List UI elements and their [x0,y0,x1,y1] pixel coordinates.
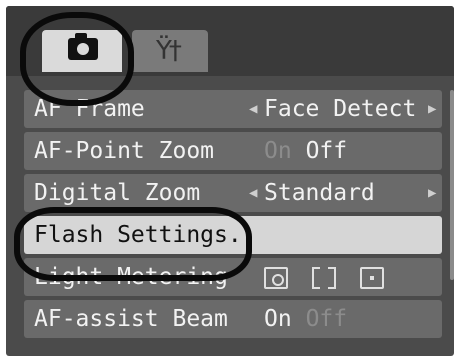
menu-row-value: Face Detect [264,96,417,122]
menu-row-flash-settings[interactable]: Flash Settings.. [24,216,442,254]
center-weighted-metering-icon [311,266,336,289]
menu-scrollbar[interactable] [450,90,454,280]
menu-row-af-assist-beam[interactable]: AF-assist Beam On Off [24,300,442,338]
menu-row-digital-zoom[interactable]: Digital Zoom ◀ Standard ▶ [24,174,442,212]
menu-row-value: On Off [264,132,347,170]
camera-menu-screen: Ϋ† AF Frame ◀ Face Detect ▶ AF-Point Zoo… [6,6,454,356]
menu-row-value: Standard [264,180,375,206]
menu-row-af-frame[interactable]: AF Frame ◀ Face Detect ▶ [24,90,442,128]
option-on: On [264,306,292,332]
option-off: Off [305,138,348,164]
menu-row-value: On Off [264,300,347,338]
menu-row-label: AF-assist Beam [34,306,228,332]
spot-metering-icon [359,266,384,289]
menu-row-label: Digital Zoom [34,180,201,206]
menu-row-light-metering[interactable]: Light Metering [24,258,442,296]
option-on: On [264,138,292,164]
left-arrow-icon: ◀ [249,101,258,117]
menu-row-label: Light Metering [34,264,228,290]
menu-row-label: AF Frame [34,96,145,122]
tab-setup[interactable]: Ϋ† [132,30,208,72]
metering-options [264,258,394,296]
tab-shooting[interactable] [42,30,122,72]
menu-row-label: AF-Point Zoom [34,138,215,164]
left-arrow-icon: ◀ [249,185,258,201]
right-arrow-icon: ▶ [428,185,437,201]
menu-row-af-point-zoom[interactable]: AF-Point Zoom On Off [24,132,442,170]
option-off: Off [305,306,348,332]
camera-icon [68,33,98,60]
right-arrow-icon: ▶ [428,101,437,117]
menu-tab-bar: Ϋ† [6,6,454,76]
evaluative-metering-icon [264,266,288,289]
menu-row-label: Flash Settings.. [34,222,256,248]
tools-icon: Ϋ† [156,36,182,66]
